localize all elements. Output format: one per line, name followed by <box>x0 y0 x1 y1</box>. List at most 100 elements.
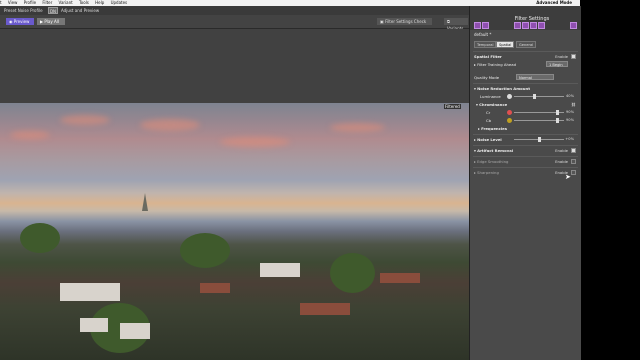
artifact-removal-checkbox[interactable] <box>571 148 576 153</box>
house-roof <box>200 283 230 293</box>
tab-preset-noise-profile[interactable]: Preset Noise Profile <box>4 7 43 14</box>
cloud <box>220 137 290 147</box>
tab-temporal[interactable]: Temporal <box>474 41 497 48</box>
variants-button[interactable]: ⧉ Variants <box>444 18 468 31</box>
tab-general[interactable]: General <box>516 41 537 48</box>
filter-settings-check-button[interactable]: ▣ Filter Settings Check <box>377 18 432 25</box>
cr-slider-knob[interactable] <box>556 110 560 115</box>
spatial-filter-label: Spatial Filter <box>474 54 502 59</box>
export-icon[interactable] <box>538 22 545 29</box>
quality-mode-dropdown[interactable]: Normal <box>516 74 554 80</box>
tools-icon[interactable] <box>482 22 489 29</box>
luminance-dot-icon <box>507 94 512 99</box>
divider <box>473 83 578 84</box>
tab-adjust-and-preview[interactable]: Adjust and Preview <box>61 7 99 14</box>
divider <box>473 145 578 146</box>
tree <box>330 253 375 293</box>
edge-smoothing-row: ▸ Edge Smoothing Enable <box>474 158 578 165</box>
church-spire <box>142 193 148 211</box>
outer-background <box>581 6 640 360</box>
divider <box>473 134 578 135</box>
luminance-label: Luminance <box>480 94 501 99</box>
cb-color-icon <box>507 118 512 123</box>
menu-item-updates[interactable]: Updates <box>111 0 128 5</box>
variants-icon: ⧉ <box>447 19 450 24</box>
sharpening-label: Sharpening <box>477 170 499 175</box>
quality-mode-row: Quality Mode Normal <box>474 74 578 81</box>
preview-photo: Filtered <box>0 103 469 360</box>
frequencies-row[interactable]: ▸ Frequencies <box>474 125 578 132</box>
house <box>60 283 120 301</box>
edge-smoothing-label: Edge Smoothing <box>477 159 509 164</box>
edge-smoothing-checkbox[interactable] <box>571 159 576 164</box>
cloud <box>10 131 50 139</box>
noise-level-row: ▸ Noise Level +0% <box>474 136 578 143</box>
filter-training-ahead-dropdown[interactable]: 1 Begin <box>546 61 568 67</box>
cr-label: Cr <box>486 110 491 115</box>
noise-level-slider-knob[interactable] <box>537 137 541 142</box>
house <box>120 323 150 339</box>
artifact-removal-label: Artifact Removal <box>477 148 514 153</box>
preset-name[interactable]: default * <box>474 32 491 37</box>
tree <box>20 223 60 253</box>
preview-button[interactable]: ◉ Preview <box>6 18 34 25</box>
preview-label: Preview <box>13 19 30 24</box>
toolbar: ◉ Preview ▶ Play All ▣ Filter Settings C… <box>0 15 469 31</box>
menu-item-filter[interactable]: Filter <box>42 0 52 5</box>
spatial-filter-checkbox[interactable] <box>571 54 576 59</box>
divider <box>473 51 578 52</box>
artifact-removal-enable-label: Enable <box>555 148 568 153</box>
filtered-label: Filtered <box>444 104 461 109</box>
presets-icon[interactable] <box>474 22 481 29</box>
chrominance-header[interactable]: ▾ Chrominance ⛓ <box>474 101 578 108</box>
filter-settings-panel: Filter Settings default * Temporal Spati… <box>469 6 581 360</box>
panel-header: Filter Settings <box>470 6 581 30</box>
cr-value: 90% <box>566 110 574 114</box>
tab-spatial[interactable]: Spatial <box>496 41 515 48</box>
play-all-label: Play All <box>44 19 59 24</box>
menu-item-file[interactable]: t <box>0 0 2 5</box>
luminance-value: 40% <box>566 94 574 98</box>
filter-settings-check-label: Filter Settings Check <box>385 19 427 24</box>
play-all-button[interactable]: ▶ Play All <box>37 18 65 25</box>
cr-row: Cr 90% <box>474 109 578 116</box>
tree <box>180 233 230 268</box>
cloud <box>140 119 200 131</box>
split-icon[interactable] <box>530 22 537 29</box>
cr-slider[interactable] <box>514 110 564 115</box>
luminance-slider[interactable] <box>514 94 564 99</box>
luminance-slider-knob[interactable] <box>532 94 536 99</box>
noise-reduction-amount-header[interactable]: ▾ Noise Reduction Amount <box>474 85 578 92</box>
frequencies-label: Frequencies <box>481 126 508 131</box>
cb-slider[interactable] <box>514 118 564 123</box>
noise-level-value: +0% <box>565 137 574 141</box>
menu-item-variant[interactable]: Variant <box>59 0 73 5</box>
house-roof <box>380 273 420 283</box>
noise-level-slider[interactable] <box>514 137 564 142</box>
settings-icon[interactable] <box>570 22 577 29</box>
view-icon[interactable] <box>514 22 521 29</box>
house <box>80 318 108 332</box>
tab-dn[interactable]: DN <box>48 7 58 14</box>
cb-slider-knob[interactable] <box>556 118 560 123</box>
menu-item-tools[interactable]: Tools <box>79 0 89 5</box>
noise-reduction-amount-label: Noise Reduction Amount <box>477 86 531 91</box>
edge-smoothing-enable-label: Enable <box>555 159 568 164</box>
menu-item-profile[interactable]: Profile <box>24 0 36 5</box>
link-icon[interactable]: ⛓ <box>571 101 576 108</box>
menu-item-view[interactable]: View <box>8 0 18 5</box>
noise-level-label: Noise Level <box>477 137 502 142</box>
cb-value: 90% <box>566 118 574 122</box>
workflow-tab-row: Preset Noise Profile DN Adjust and Previ… <box>0 6 469 15</box>
spatial-filter-enable-label: Enable <box>555 54 568 59</box>
cr-color-icon <box>507 110 512 115</box>
menu-item-help[interactable]: Help <box>95 0 104 5</box>
compare-icon[interactable] <box>522 22 529 29</box>
filter-training-ahead-row: ▸ Filter Training Ahead 1 Begin <box>474 61 578 68</box>
sharpening-checkbox[interactable] <box>571 170 576 175</box>
cloud <box>330 123 385 132</box>
chrominance-label: Chrominance <box>479 102 508 107</box>
mouse-cursor-icon: ➤ <box>565 173 571 181</box>
spatial-filter-row: Spatial Filter Enable <box>474 53 578 60</box>
preview-viewer[interactable]: Filtered <box>0 29 469 360</box>
